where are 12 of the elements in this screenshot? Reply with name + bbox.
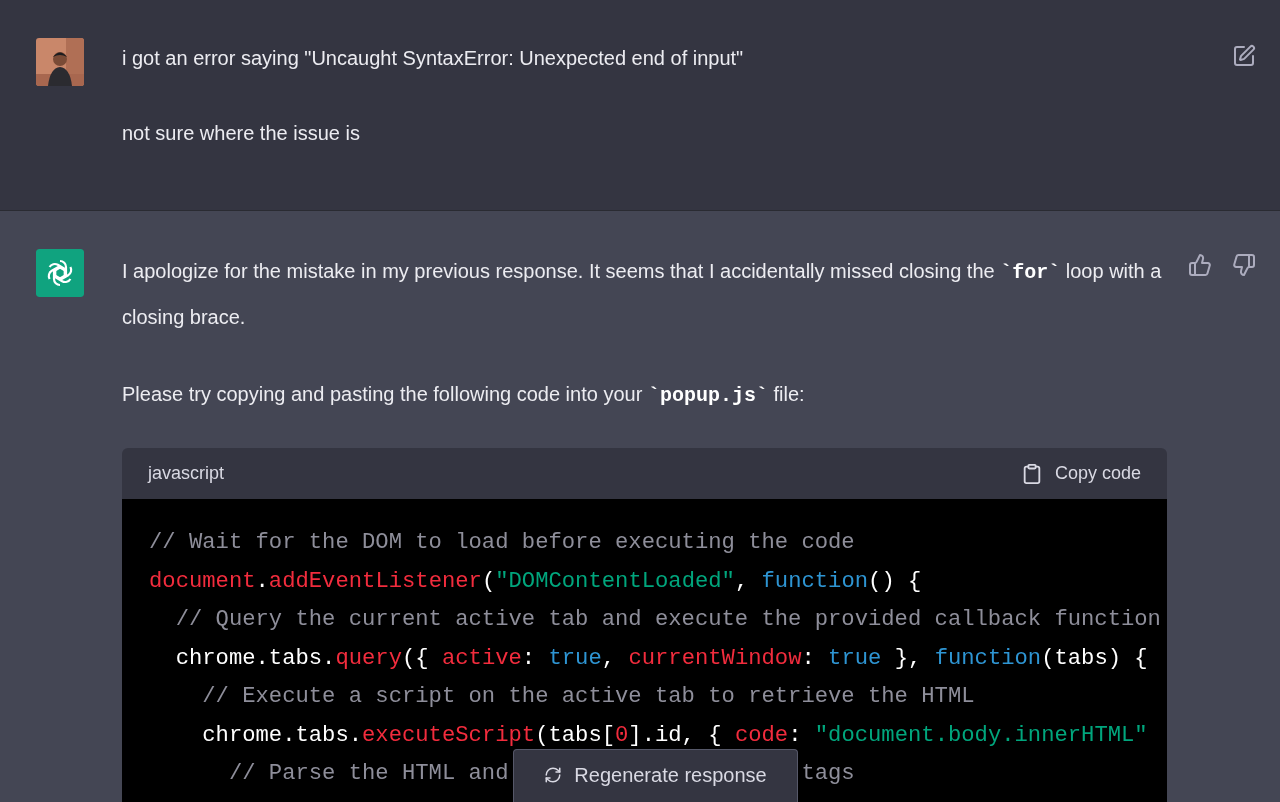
refresh-icon	[544, 766, 563, 784]
thumbs-up-icon[interactable]	[1188, 253, 1212, 277]
message-text: not sure where the issue is	[122, 121, 361, 146]
logo-icon	[36, 249, 84, 297]
message-text: I apologize for the mistake in my previous response. It seems that I accidentally missed closing the `for` loop with a closing brace.	[122, 259, 1163, 330]
code-language: javascript	[148, 463, 225, 484]
edit-icon[interactable]	[1232, 44, 1256, 68]
regenerate-response-button[interactable]: Regenerate response	[513, 749, 798, 802]
thumbs-down-icon[interactable]	[1232, 253, 1256, 277]
copy-code-button[interactable]: Copy code	[1020, 462, 1141, 485]
message-text: i got an error saying "Uncaught SyntaxError: Unexpected end of input"	[122, 46, 745, 71]
message-text: Please try copying and pasting the following code into your `popup.js` file:	[122, 382, 806, 409]
